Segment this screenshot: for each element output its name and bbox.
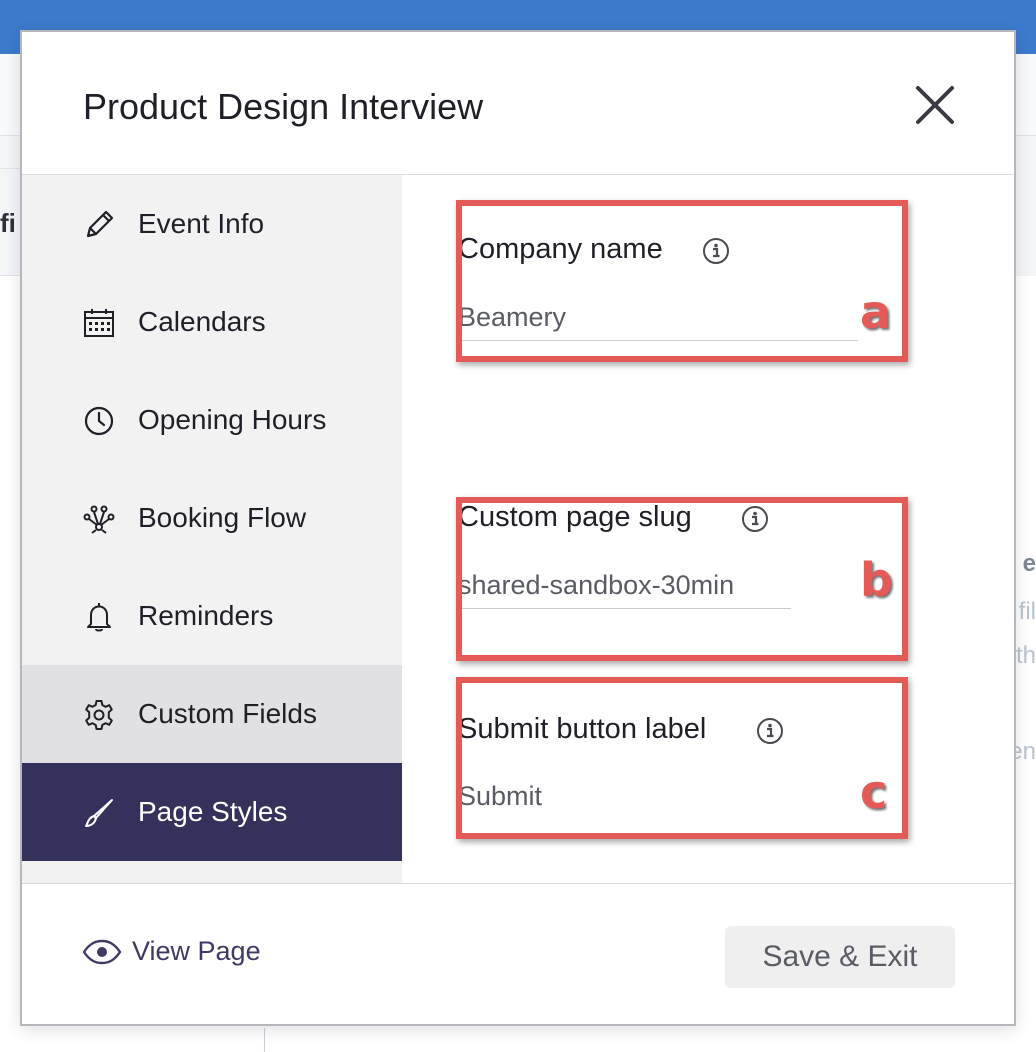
eye-icon bbox=[82, 939, 122, 964]
sidebar-item-label: Opening Hours bbox=[138, 404, 327, 435]
info-icon[interactable] bbox=[702, 237, 730, 265]
background-right-text: th bbox=[1015, 642, 1036, 669]
custom-page-slug-input[interactable] bbox=[458, 563, 791, 609]
sidebar-item-label: Page Styles bbox=[138, 796, 288, 827]
sidebar-item-label: Event Info bbox=[138, 208, 265, 239]
submit-button-label-input[interactable] bbox=[458, 773, 858, 819]
view-page-link[interactable]: View Page bbox=[82, 936, 261, 967]
sidebar-item-label: Reminders bbox=[138, 600, 274, 631]
info-icon[interactable] bbox=[741, 505, 769, 533]
sidebar-item-reminders[interactable]: Reminders bbox=[22, 567, 402, 665]
brush-icon bbox=[82, 796, 116, 830]
background-divider bbox=[264, 1028, 265, 1052]
sidebar-item-page-styles[interactable]: Page Styles bbox=[22, 763, 402, 861]
calendar-icon bbox=[82, 306, 116, 340]
modal-header: Product Design Interview bbox=[22, 32, 1014, 175]
company-name-field: Company name bbox=[458, 215, 878, 345]
field-label: Custom page slug bbox=[458, 501, 692, 533]
sidebar-item-calendars[interactable]: Calendars bbox=[22, 273, 402, 371]
close-button[interactable] bbox=[912, 82, 958, 128]
sidebar-item-event-info[interactable]: Event Info bbox=[22, 175, 402, 273]
gear-icon bbox=[82, 698, 116, 732]
flow-icon bbox=[82, 502, 116, 536]
page-styles-content: Company name a Custom page slug b Submit… bbox=[402, 175, 1014, 883]
pencil-icon bbox=[82, 208, 116, 242]
background-right-text: e bbox=[1022, 550, 1036, 577]
sidebar-item-booking-flow[interactable]: Booking Flow bbox=[22, 469, 402, 567]
settings-sidebar: Event Info Calendars Opening Hours Booki… bbox=[22, 175, 402, 883]
bell-icon bbox=[82, 600, 116, 634]
custom-page-slug-field: Custom page slug bbox=[458, 481, 878, 611]
view-page-label: View Page bbox=[132, 936, 261, 966]
close-icon bbox=[916, 86, 954, 124]
clock-icon bbox=[82, 404, 116, 438]
background-left-text: fi bbox=[0, 208, 16, 238]
field-label: Company name bbox=[458, 233, 663, 265]
sidebar-item-label: Booking Flow bbox=[138, 502, 307, 533]
field-label: Submit button label bbox=[458, 713, 707, 745]
submit-button-label-field: Submit button label bbox=[458, 705, 878, 835]
info-icon[interactable] bbox=[756, 717, 784, 745]
save-and-exit-button[interactable]: Save & Exit bbox=[725, 926, 955, 988]
sidebar-item-label: Custom Fields bbox=[138, 698, 317, 729]
sidebar-item-opening-hours[interactable]: Opening Hours bbox=[22, 371, 402, 469]
sidebar-item-label: Calendars bbox=[138, 306, 266, 337]
event-settings-modal: Product Design Interview Event Info Cale… bbox=[20, 30, 1016, 1026]
background-right-text: fil bbox=[1018, 598, 1036, 625]
company-name-input[interactable] bbox=[458, 295, 858, 341]
sidebar-item-custom-fields[interactable]: Custom Fields bbox=[22, 665, 402, 763]
modal-footer: View Page Save & Exit bbox=[22, 883, 1014, 1024]
modal-title: Product Design Interview bbox=[83, 86, 484, 127]
